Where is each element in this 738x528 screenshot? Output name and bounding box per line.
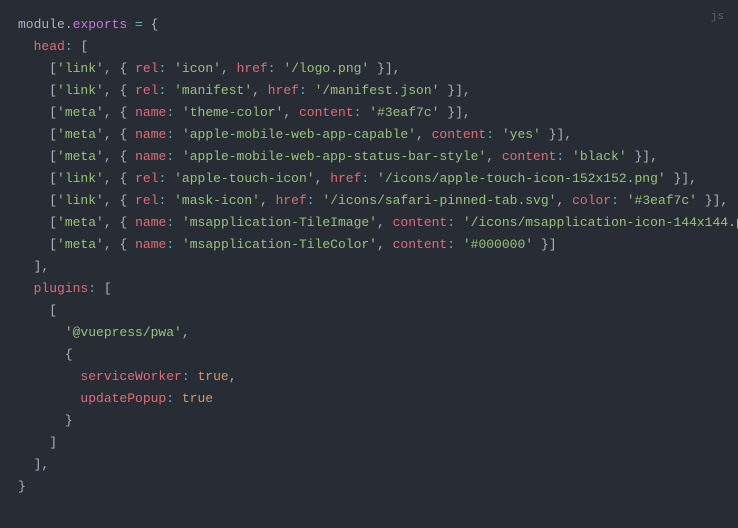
language-label: js <box>711 6 724 28</box>
code-pre: module.exports = { head: [ ['link', { re… <box>18 14 720 498</box>
code-content: module.exports = { head: [ ['link', { re… <box>18 17 738 494</box>
code-block: js module.exports = { head: [ ['link', {… <box>0 0 738 516</box>
